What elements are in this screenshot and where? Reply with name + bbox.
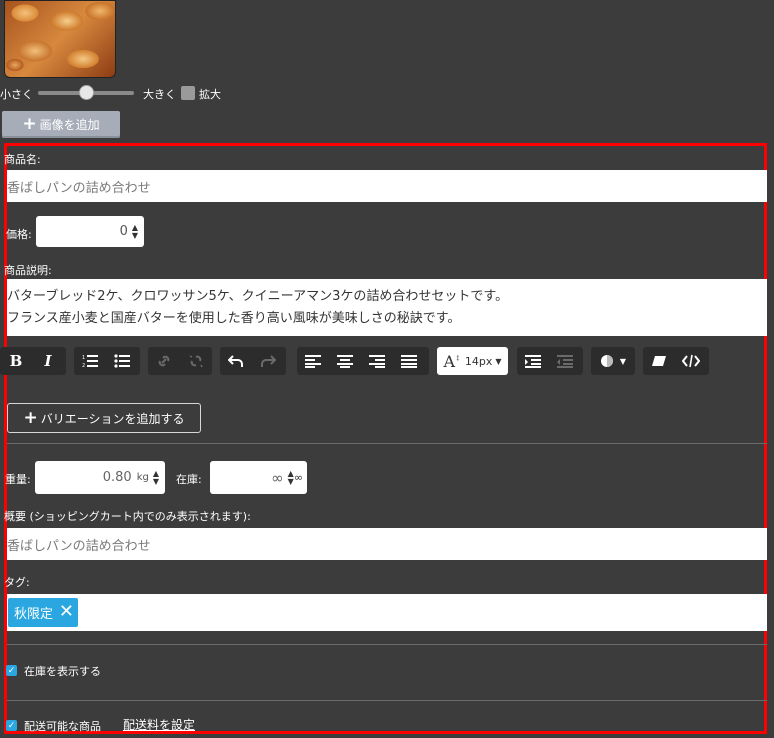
weight-unit: kg	[136, 472, 149, 483]
italic-button[interactable]: I	[32, 347, 64, 375]
description-line: バターブレッド2ケ、クロワッサン5ケ、クイニーアマン3ケの詰め合わせセットです。	[7, 289, 509, 304]
text-color-dropdown[interactable]: ▼	[591, 347, 635, 375]
outdent-icon[interactable]	[549, 347, 581, 375]
font-size-dropdown[interactable]: A↕ 14px ▼	[437, 347, 508, 375]
description-label: 商品説明:	[4, 264, 52, 277]
color-palette-icon	[600, 355, 613, 367]
chevron-down-icon: ▼	[495, 356, 502, 366]
stock-infinity-icon: ∞	[293, 471, 303, 484]
shippable-label: 配送可能な商品	[24, 720, 101, 733]
close-icon[interactable]: ✕	[59, 601, 74, 622]
zoom-label: 拡大	[199, 88, 221, 101]
weight-spinner-icon[interactable]: ▲ ▼	[153, 469, 159, 486]
align-justify-icon[interactable]	[393, 347, 425, 375]
price-label: 価格:	[6, 228, 32, 241]
summary-label: 概要 (ショッピングカート内でのみ表示されます):	[4, 510, 251, 523]
tag-chip[interactable]: 秋限定 ✕	[8, 598, 78, 627]
shippable-checkbox[interactable]: ✓	[6, 720, 17, 731]
toolbar-group-align	[297, 347, 429, 375]
price-value: 0	[119, 224, 128, 239]
summary-input[interactable]: 香ばしパンの詰め合わせ	[7, 528, 767, 560]
stock-label: 在庫:	[176, 473, 202, 486]
section-divider	[7, 443, 767, 444]
eraser-icon[interactable]	[643, 347, 675, 375]
zoom-checkbox[interactable]	[181, 86, 195, 100]
weight-label: 重量:	[5, 473, 31, 486]
toolbar-group-indent	[517, 347, 583, 375]
link-icon[interactable]	[148, 347, 180, 375]
toolbar-group-style: B I	[0, 347, 66, 375]
weight-value: 0.80	[102, 470, 132, 485]
align-right-icon[interactable]	[361, 347, 393, 375]
align-left-icon[interactable]	[297, 347, 329, 375]
font-size-value: 14px	[464, 354, 493, 368]
svg-text:2: 2	[82, 363, 85, 368]
price-spinner-icon[interactable]: ▲ ▼	[132, 223, 138, 240]
unlink-icon[interactable]	[180, 347, 212, 375]
add-variation-label: バリエーションを追加する	[40, 411, 185, 426]
size-small-label: 小さく	[0, 88, 33, 101]
tags-label: タグ:	[4, 576, 30, 589]
code-view-icon[interactable]	[675, 347, 707, 375]
plus-icon: +	[23, 407, 38, 428]
description-line: フランス産小麦と国産バターを使用した香り高い風味が美味しさの秘訣です。	[7, 311, 461, 326]
plus-icon: +	[22, 114, 37, 134]
show-stock-label: 在庫を表示する	[24, 665, 101, 678]
shipping-fee-link[interactable]: 配送料を設定	[123, 716, 195, 733]
size-large-label: 大きく	[143, 88, 176, 101]
description-editor[interactable]: バターブレッド2ケ、クロワッサン5ケ、クイニーアマン3ケの詰め合わせセットです。…	[7, 279, 767, 336]
bold-button[interactable]: B	[0, 347, 32, 375]
add-variation-button[interactable]: + バリエーションを追加する	[7, 403, 201, 433]
weight-input[interactable]: 0.80 kg ▲ ▼	[35, 461, 165, 494]
stock-input[interactable]: ∞ ▲ ▼ ∞	[210, 461, 307, 494]
toolbar-group-lists: 12	[74, 347, 140, 375]
chevron-down-icon: ▼	[619, 356, 627, 366]
toolbar-group-color: ▼	[591, 347, 635, 375]
toolbar-group-history	[220, 347, 286, 375]
toolbar-group-links	[148, 347, 212, 375]
tags-input[interactable]: 秋限定 ✕	[7, 594, 767, 631]
redo-icon[interactable]	[252, 347, 284, 375]
product-name-input[interactable]: 香ばしパンの詰め合わせ	[7, 170, 767, 202]
indent-icon[interactable]	[517, 347, 549, 375]
product-name-label: 商品名:	[4, 153, 41, 166]
product-image-thumbnail[interactable]	[4, 0, 116, 78]
align-center-icon[interactable]	[329, 347, 361, 375]
stock-value: ∞	[271, 468, 284, 487]
product-name-value: 香ばしパンの詰め合わせ	[7, 180, 151, 196]
summary-value: 香ばしパンの詰め合わせ	[7, 538, 151, 554]
show-stock-checkbox[interactable]: ✓	[6, 665, 17, 676]
price-input[interactable]: 0 ▲ ▼	[36, 216, 144, 247]
unordered-list-icon[interactable]	[106, 347, 138, 375]
image-size-slider-knob[interactable]	[78, 85, 94, 100]
svg-text:1: 1	[82, 355, 85, 361]
ordered-list-icon[interactable]: 12	[74, 347, 106, 375]
tag-chip-label: 秋限定	[14, 607, 54, 622]
add-image-label: 画像を追加	[39, 118, 100, 132]
toolbar-group-misc	[643, 347, 709, 375]
font-size-icon: A↕	[443, 351, 461, 371]
add-image-button[interactable]: + 画像を追加	[2, 111, 120, 138]
section-divider	[7, 700, 767, 701]
undo-icon[interactable]	[220, 347, 252, 375]
section-divider	[7, 644, 767, 645]
